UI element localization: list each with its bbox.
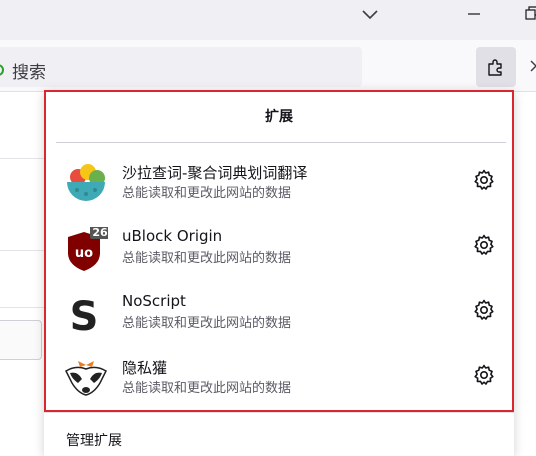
extension-item-ublock-origin[interactable]: uo 26 uBlock Origin 总能读取和更改此网站的数据 <box>44 223 514 281</box>
extensions-panel: 扩展 沙拉查词-聚合词典划词翻译 总能读取和更改此网站的数据 uo 26 uBl… <box>44 90 514 456</box>
saladict-icon <box>64 162 108 206</box>
extension-item-noscript[interactable]: S NoScript 总能读取和更改此网站的数据 <box>44 288 514 346</box>
extension-permission: 总能读取和更改此网站的数据 <box>122 186 292 201</box>
extension-item-saladict[interactable]: 沙拉查词-聚合词典划词翻译 总能读取和更改此网站的数据 <box>44 158 514 216</box>
extension-permission: 总能读取和更改此网站的数据 <box>122 316 292 331</box>
extension-name: 隐私獾 <box>122 359 168 377</box>
divider <box>0 250 44 251</box>
svg-text:uo: uo <box>75 246 93 261</box>
noscript-icon: S <box>64 292 108 340</box>
close-icon[interactable] <box>528 58 536 74</box>
privacy-badger-icon <box>64 357 108 401</box>
title-bar <box>0 0 536 40</box>
gear-icon[interactable] <box>472 168 496 192</box>
chevron-down-icon <box>362 10 378 20</box>
svg-text:S: S <box>70 294 99 336</box>
url-bar-placeholder: 搜索 <box>12 63 46 83</box>
puzzle-icon <box>488 59 502 76</box>
divider <box>44 412 514 413</box>
navigation-toolbar: 搜索 <box>0 40 536 92</box>
extension-permission: 总能读取和更改此网站的数据 <box>122 381 292 396</box>
list-all-tabs-button[interactable] <box>358 4 382 24</box>
restore-button[interactable] <box>518 4 536 24</box>
extension-item-privacy-badger[interactable]: 隐私獾 总能读取和更改此网站的数据 <box>44 353 514 411</box>
divider <box>0 307 44 308</box>
panel-title: 扩展 <box>265 109 293 125</box>
extension-name: 沙拉查词-聚合词典划词翻译 <box>122 164 308 182</box>
extensions-button[interactable] <box>476 47 516 87</box>
gear-icon[interactable] <box>472 363 496 387</box>
ublock-badge: 26 <box>92 227 108 239</box>
ublock-icon: uo 26 <box>64 225 110 271</box>
gear-icon[interactable] <box>472 298 496 322</box>
extension-name: uBlock Origin <box>122 227 223 245</box>
divider <box>56 142 506 143</box>
divider <box>0 158 44 159</box>
page-input-box[interactable] <box>0 320 42 360</box>
gear-icon[interactable] <box>472 233 496 257</box>
minimize-icon <box>468 13 480 15</box>
extension-name: NoScript <box>122 292 186 310</box>
restore-icon <box>525 6 536 20</box>
search-engine-icon <box>0 61 4 76</box>
minimize-button[interactable] <box>464 4 484 24</box>
manage-extensions-button[interactable]: 管理扩展 <box>66 430 122 450</box>
extension-permission: 总能读取和更改此网站的数据 <box>122 251 292 266</box>
url-bar[interactable]: 搜索 <box>0 47 362 87</box>
